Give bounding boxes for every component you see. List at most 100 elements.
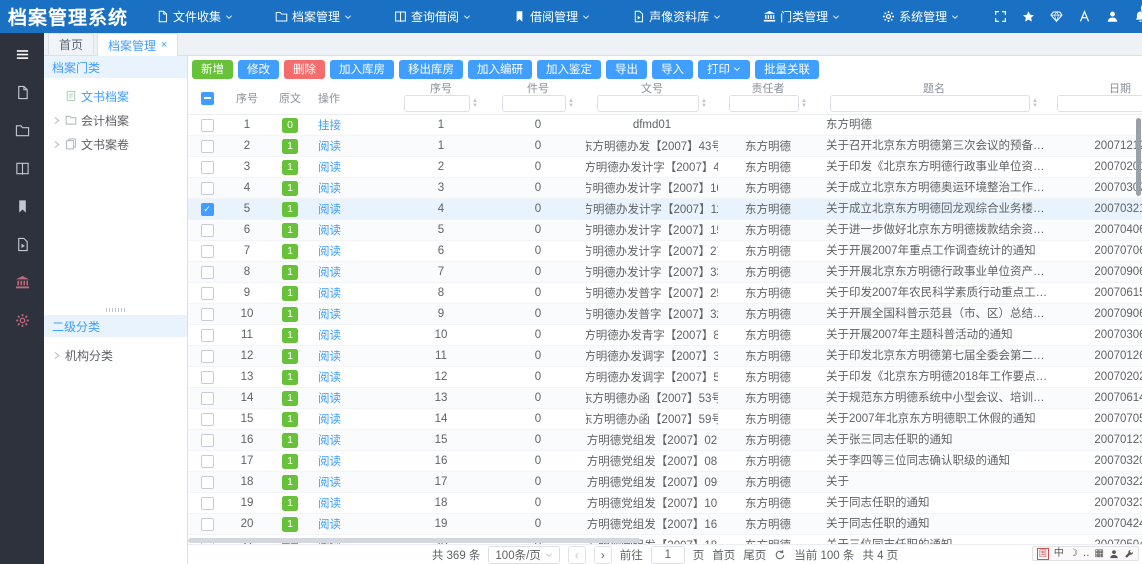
top-menu-item[interactable]: 门类管理 bbox=[749, 0, 854, 33]
rail-item-bookmark[interactable] bbox=[0, 187, 44, 225]
row-checkbox[interactable] bbox=[201, 371, 214, 384]
prev-page-button[interactable]: ‹ bbox=[568, 546, 586, 564]
toolbar-button-批量关联[interactable]: 批量关联 bbox=[755, 60, 819, 79]
dots-icon[interactable]: ‥ bbox=[1083, 549, 1090, 559]
table-row[interactable]: 21阅读10东方明德办发【2007】43号东方明德关于召开北京东方明德第三次会议… bbox=[188, 136, 1142, 157]
next-page-button[interactable]: › bbox=[594, 546, 612, 564]
column-filter-input[interactable] bbox=[729, 95, 799, 112]
tree-item-机构分类[interactable]: 机构分类 bbox=[44, 343, 187, 367]
menu-toggle-button[interactable] bbox=[0, 39, 44, 69]
column-filter-input[interactable] bbox=[1057, 95, 1142, 112]
rail-item-folder[interactable] bbox=[0, 111, 44, 149]
operation-link[interactable]: 阅读 bbox=[318, 285, 341, 301]
rail-item-file[interactable] bbox=[0, 73, 44, 111]
operation-link[interactable]: 阅读 bbox=[318, 306, 341, 322]
sort-toggle[interactable]: ▲▼ bbox=[472, 99, 478, 109]
top-menu-item[interactable]: 系统管理 bbox=[868, 0, 973, 33]
select-all-checkbox[interactable] bbox=[201, 92, 214, 105]
toolbar-button-修改[interactable]: 修改 bbox=[238, 60, 279, 79]
chinese-mode-icon[interactable]: 中 bbox=[1054, 549, 1064, 559]
tab-档案管理[interactable]: 档案管理× bbox=[97, 33, 178, 56]
tab-首页[interactable]: 首页 bbox=[48, 33, 94, 55]
row-checkbox[interactable] bbox=[201, 518, 214, 531]
toolbar-button-加入库房[interactable]: 加入库房 bbox=[330, 60, 394, 79]
table-row[interactable]: 161阅读150东方明德党组发【2007】02号东方明德关于张三同志任职的通知2… bbox=[188, 430, 1142, 451]
sort-desc-icon[interactable]: ▼ bbox=[801, 104, 807, 109]
operation-link[interactable]: 阅读 bbox=[318, 222, 341, 238]
toolbar-button-新增[interactable]: 新增 bbox=[192, 60, 233, 79]
table-row[interactable]: 71阅读60东方明德办发计字【2007】27号东方明德关于开展2007年重点工作… bbox=[188, 241, 1142, 262]
table-row[interactable]: 201阅读190东方明德党组发【2007】16号东方明德关于同志任职的通知200… bbox=[188, 514, 1142, 535]
row-checkbox[interactable] bbox=[201, 119, 214, 132]
moon-icon[interactable]: ☽ bbox=[1069, 549, 1078, 559]
table-row[interactable]: 31阅读20东方明德办发计字【2007】4号东方明德关于印发《北京东方明德行政事… bbox=[188, 157, 1142, 178]
table-row[interactable]: 141阅读130东方明德办函【2007】53号东方明德关于规范东方明德系统中小型… bbox=[188, 388, 1142, 409]
operation-link[interactable]: 阅读 bbox=[318, 495, 341, 511]
toolbar-button-删除[interactable]: 删除 bbox=[284, 60, 325, 79]
operation-link[interactable]: 阅读 bbox=[318, 264, 341, 280]
sort-toggle[interactable]: ▲▼ bbox=[701, 99, 707, 109]
row-checkbox[interactable] bbox=[201, 329, 214, 342]
operation-link[interactable]: 阅读 bbox=[318, 369, 341, 385]
refresh-icon[interactable] bbox=[774, 549, 786, 561]
star-button[interactable] bbox=[1015, 4, 1041, 30]
rail-item-gear[interactable] bbox=[0, 301, 44, 339]
tree-item-文书案卷[interactable]: 文书案卷 bbox=[44, 132, 187, 156]
first-page-link[interactable]: 首页 bbox=[712, 547, 735, 563]
row-checkbox[interactable] bbox=[201, 161, 214, 174]
gem-button[interactable] bbox=[1043, 4, 1069, 30]
rail-item-bank[interactable] bbox=[0, 263, 44, 301]
column-filter-input[interactable] bbox=[502, 95, 566, 112]
operation-link[interactable]: 阅读 bbox=[318, 390, 341, 406]
table-row[interactable]: 181阅读170东方明德党组发【2007】09号东方明德关于20070322 bbox=[188, 472, 1142, 493]
row-checkbox[interactable] bbox=[201, 392, 214, 405]
table-row[interactable]: 51阅读40东方明德办发计字【2007】11号东方明德关于成立北京东方明德回龙观… bbox=[188, 199, 1142, 220]
top-menu-item[interactable]: 查询借阅 bbox=[380, 0, 485, 33]
table-row[interactable]: 81阅读70东方明德办发计字【2007】33号东方明德关于开展北京东方明德行政事… bbox=[188, 262, 1142, 283]
sort-desc-icon[interactable]: ▼ bbox=[1032, 104, 1038, 109]
table-row[interactable]: 121阅读110东方明德办发调字【2007】3号东方明德关于印发北京东方明德第七… bbox=[188, 346, 1142, 367]
row-checkbox[interactable] bbox=[201, 203, 214, 216]
column-filter-input[interactable] bbox=[404, 95, 470, 112]
operation-link[interactable]: 阅读 bbox=[318, 138, 341, 154]
lang-icon[interactable]: 国 bbox=[1037, 548, 1049, 560]
row-checkbox[interactable] bbox=[201, 434, 214, 447]
operation-link[interactable]: 阅读 bbox=[318, 348, 341, 364]
table-row[interactable]: 171阅读160东方明德党组发【2007】08号东方明德关于李四等三位同志确认职… bbox=[188, 451, 1142, 472]
sort-toggle[interactable]: ▲▼ bbox=[568, 99, 574, 109]
sort-desc-icon[interactable]: ▼ bbox=[568, 104, 574, 109]
table-row[interactable]: 191阅读180东方明德党组发【2007】10号东方明德关于同志任职的通知200… bbox=[188, 493, 1142, 514]
table-row[interactable]: 91阅读80东方明德办发普字【2007】25号东方明德关于印发2007年农民科学… bbox=[188, 283, 1142, 304]
top-menu-item[interactable]: 声像资料库 bbox=[618, 0, 735, 33]
font-button[interactable] bbox=[1071, 4, 1097, 30]
operation-link[interactable]: 阅读 bbox=[318, 180, 341, 196]
table-row[interactable]: 151阅读140东方明德办函【2007】59号东方明德关于2007年北京东方明德… bbox=[188, 409, 1142, 430]
row-checkbox[interactable] bbox=[201, 287, 214, 300]
user-button[interactable] bbox=[1099, 4, 1125, 30]
wrench-icon[interactable] bbox=[1124, 549, 1134, 559]
sort-toggle[interactable]: ▲▼ bbox=[801, 99, 807, 109]
column-filter-input[interactable] bbox=[830, 95, 1030, 112]
operation-link[interactable]: 阅读 bbox=[318, 411, 341, 427]
bell-button[interactable]: 0 bbox=[1127, 4, 1142, 30]
page-size-select[interactable]: 100条/页 bbox=[488, 546, 559, 564]
row-checkbox[interactable] bbox=[201, 476, 214, 489]
rail-item-media[interactable] bbox=[0, 225, 44, 263]
panel-resize-handle[interactable] bbox=[44, 305, 187, 315]
top-menu-item[interactable]: 档案管理 bbox=[261, 0, 366, 33]
row-checkbox[interactable] bbox=[201, 140, 214, 153]
expand-button[interactable] bbox=[987, 4, 1013, 30]
tree-item-文书档案[interactable]: 文书档案 bbox=[44, 84, 187, 108]
operation-link[interactable]: 阅读 bbox=[318, 453, 341, 469]
row-checkbox[interactable] bbox=[201, 497, 214, 510]
table-row[interactable]: 41阅读30东方明德办发计字【2007】10号东方明德关于成立北京东方明德奥运环… bbox=[188, 178, 1142, 199]
row-checkbox[interactable] bbox=[201, 266, 214, 279]
goto-page-input[interactable] bbox=[651, 546, 685, 564]
table-row[interactable]: 61阅读50东方明德办发计字【2007】15号东方明德关于进一步做好北京东方明德… bbox=[188, 220, 1142, 241]
operation-link[interactable]: 阅读 bbox=[318, 243, 341, 259]
operation-link[interactable]: 阅读 bbox=[318, 159, 341, 175]
rail-item-book[interactable] bbox=[0, 149, 44, 187]
table-row[interactable]: 101阅读90东方明德办发普字【2007】32号东方明德关于开展全国科普示范县（… bbox=[188, 304, 1142, 325]
toolbar-button-移出库房[interactable]: 移出库房 bbox=[399, 60, 463, 79]
row-checkbox[interactable] bbox=[201, 245, 214, 258]
